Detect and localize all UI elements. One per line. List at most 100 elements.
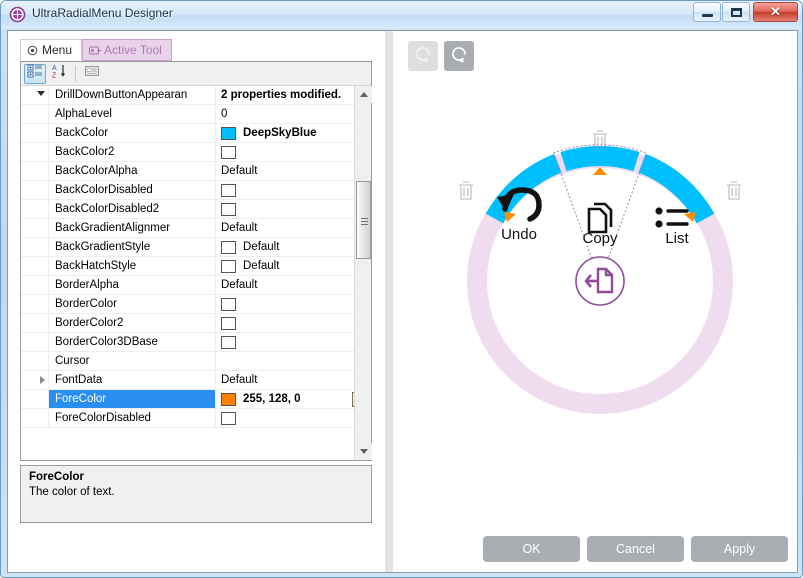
property-value-text: Default [221, 279, 257, 291]
property-row[interactable]: BackColorAlphaDefault [21, 162, 371, 181]
description-body: The color of text. [29, 486, 363, 498]
property-value-cell[interactable] [216, 352, 371, 370]
property-row[interactable]: BorderColor [21, 295, 371, 314]
property-value-cell[interactable] [216, 295, 371, 313]
property-row[interactable]: FontDataDefault [21, 371, 371, 390]
scroll-up-arrow[interactable] [355, 86, 372, 103]
property-grid-scrollbar[interactable] [354, 86, 371, 460]
maximize-icon [723, 3, 749, 21]
property-row[interactable]: BorderColor3DBase [21, 333, 371, 352]
delete-adorner-right[interactable] [727, 182, 741, 199]
row-gutter [21, 409, 49, 427]
scroll-down-arrow[interactable] [355, 443, 372, 460]
property-value-cell[interactable] [216, 200, 371, 218]
row-gutter [21, 124, 49, 142]
expand-icon[interactable] [40, 376, 45, 384]
property-row[interactable]: BackColorDeepSkyBlue [21, 124, 371, 143]
property-grid-toolbar: A Z [21, 62, 371, 86]
center-button[interactable] [576, 257, 624, 305]
radial-menu-svg[interactable]: Undo Copy [393, 31, 803, 526]
cancel-button[interactable]: Cancel [587, 536, 684, 562]
tab-active-tool-label: Active Tool [104, 43, 162, 57]
property-value-cell[interactable]: Default [216, 276, 371, 294]
property-row[interactable]: BackGradientStyleDefault [21, 238, 371, 257]
tab-active-tool[interactable]: Active Tool [82, 39, 172, 61]
color-swatch [221, 298, 236, 311]
resize-adorner-right[interactable] [684, 212, 696, 222]
color-swatch [221, 241, 236, 254]
property-value-cell[interactable]: 0 [216, 105, 371, 123]
row-gutter [21, 257, 49, 275]
row-gutter [21, 219, 49, 237]
property-value-cell[interactable]: 2 properties modified. [216, 86, 371, 104]
property-value-cell[interactable]: Default [216, 219, 371, 237]
color-swatch [221, 393, 236, 406]
row-gutter [21, 276, 49, 294]
property-name: BackColorAlpha [49, 162, 216, 180]
property-value-cell[interactable] [216, 181, 371, 199]
delete-adorner-top[interactable] [593, 131, 607, 148]
property-value-cell[interactable] [216, 314, 371, 332]
property-row[interactable]: ForeColorDisabled [21, 409, 371, 428]
color-swatch [221, 203, 236, 216]
property-row[interactable]: ForeColor255, 128, 0 [21, 390, 371, 409]
property-value-text: Default [221, 222, 257, 234]
property-value-text: Default [221, 374, 257, 386]
property-value-cell[interactable]: Default [216, 238, 371, 256]
categorized-button[interactable] [24, 64, 46, 84]
property-value-cell[interactable] [216, 409, 371, 427]
property-row[interactable]: BackGradientAlignmer Default [21, 219, 371, 238]
property-value-cell[interactable]: DeepSkyBlue [216, 124, 371, 142]
radial-menu-icon [9, 6, 26, 23]
property-row[interactable]: AlphaLevel0 [21, 105, 371, 124]
property-name: ForeColor [49, 390, 216, 408]
property-value-cell[interactable] [216, 333, 371, 351]
minimize-button[interactable] [693, 2, 721, 22]
property-value-cell[interactable]: Default [216, 257, 371, 275]
title-bar: UltraRadialMenu Designer ✕ [1, 1, 802, 29]
property-name: BackGradientAlignmer [49, 219, 216, 237]
scrollbar-thumb[interactable] [356, 181, 371, 259]
pane-splitter[interactable] [385, 31, 393, 572]
close-button[interactable]: ✕ [753, 2, 798, 22]
maximize-button[interactable] [722, 2, 750, 22]
property-name: BackColor [49, 124, 216, 142]
property-row[interactable]: BorderColor2 [21, 314, 371, 333]
property-value-cell[interactable]: Default [216, 162, 371, 180]
resize-adorner-top[interactable] [593, 167, 607, 175]
radial-item-list[interactable]: List [655, 207, 689, 247]
row-gutter [21, 333, 49, 351]
property-row[interactable]: DrillDownButtonAppearan2 properties modi… [21, 86, 371, 105]
tab-menu[interactable]: Menu [20, 39, 82, 61]
property-value-cell[interactable]: 255, 128, 0 [216, 390, 371, 408]
property-pages-button[interactable] [81, 64, 103, 84]
radial-item-list-label: List [665, 230, 689, 247]
delete-adorner-left[interactable] [459, 182, 473, 199]
property-value-text: Default [243, 241, 279, 253]
property-name: BorderAlpha [49, 276, 216, 294]
property-row[interactable]: BackColor2 [21, 143, 371, 162]
radial-item-copy[interactable]: Copy [582, 204, 618, 247]
designer-window: UltraRadialMenu Designer ✕ [0, 0, 803, 578]
property-row[interactable]: BackHatchStyleDefault [21, 257, 371, 276]
row-gutter [21, 295, 49, 313]
alphabetical-button[interactable]: A Z [48, 64, 70, 84]
property-row[interactable]: BackColorDisabled [21, 181, 371, 200]
collapse-icon[interactable] [37, 91, 45, 96]
row-gutter [21, 200, 49, 218]
apply-button[interactable]: Apply [691, 536, 788, 562]
property-row[interactable]: Cursor [21, 352, 371, 371]
property-value-cell[interactable]: Default [216, 371, 371, 389]
property-pages-icon [84, 63, 100, 84]
window-title: UltraRadialMenu Designer [32, 6, 173, 20]
color-swatch [221, 412, 236, 425]
property-row[interactable]: BackColorDisabled2 [21, 200, 371, 219]
ok-button[interactable]: OK [483, 536, 580, 562]
radial-menu-preview[interactable]: Undo Copy [393, 31, 797, 526]
resize-adorner-left[interactable] [504, 212, 516, 222]
property-value-text: 2 properties modified. [221, 89, 341, 101]
property-row[interactable]: BorderAlpha Default [21, 276, 371, 295]
segment-arc-copy [564, 156, 637, 162]
property-value-cell[interactable] [216, 143, 371, 161]
color-swatch [221, 317, 236, 330]
